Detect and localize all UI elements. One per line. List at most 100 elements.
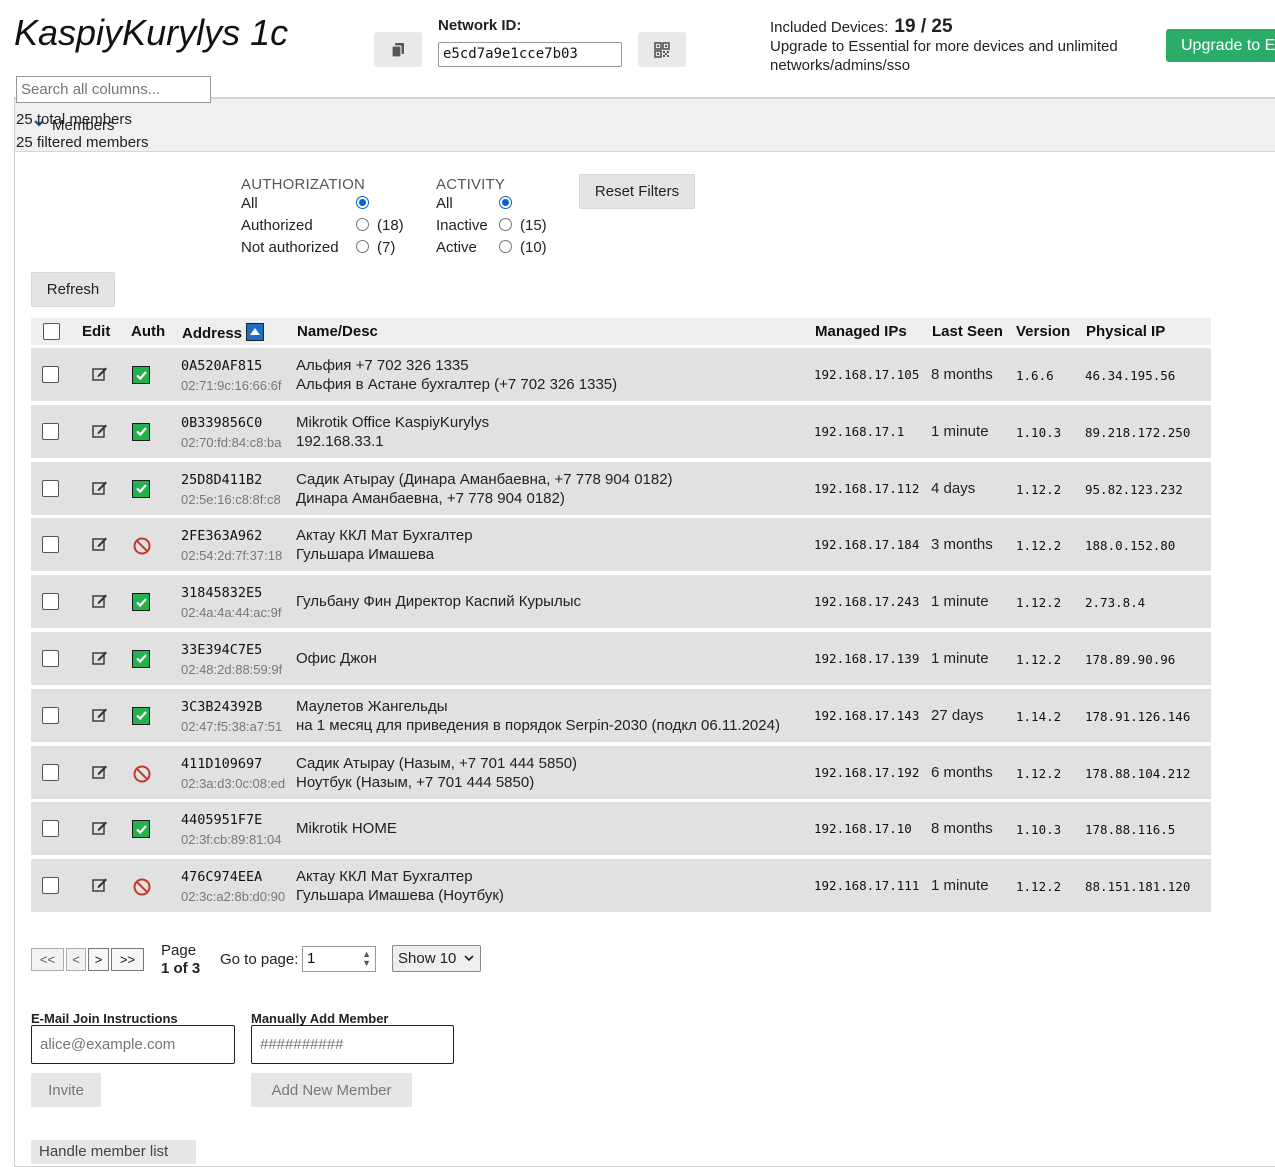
- member-address[interactable]: 476C974EEA: [181, 869, 262, 885]
- member-address[interactable]: 3C3B24392B: [181, 699, 262, 715]
- refresh-button[interactable]: Refresh: [31, 272, 115, 307]
- invite-button[interactable]: Invite: [31, 1073, 101, 1107]
- member-address[interactable]: 411D109697: [181, 756, 262, 772]
- network-name[interactable]: KaspiyKurylys 1c: [14, 12, 288, 54]
- member-address[interactable]: 0B339856C0: [181, 415, 262, 431]
- member-description[interactable]: Ноутбук (Назым, +7 701 444 5850): [296, 774, 534, 791]
- edit-icon[interactable]: [91, 876, 109, 898]
- member-description[interactable]: Динара Аманбаевна, +7 778 904 0182): [296, 490, 565, 507]
- edit-icon[interactable]: [91, 535, 109, 557]
- member-description[interactable]: Гульшара Имашева: [296, 546, 434, 563]
- table-row[interactable]: 31845832E5 02:4a:4a:44:ac:9f Гульбану Фин …: [31, 575, 1211, 629]
- edit-icon[interactable]: [91, 763, 109, 785]
- table-row[interactable]: 0A520AF815 02:71:9c:16:66:6f Альфия +7 702…: [31, 348, 1211, 401]
- table-row[interactable]: 0B339856C0 02:70:fd:84:c8:ba Mikrotik Offi…: [31, 404, 1211, 458]
- edit-icon[interactable]: [91, 819, 109, 841]
- not-authorized-icon[interactable]: [132, 536, 152, 560]
- activity-filter-active-radio[interactable]: [499, 240, 512, 253]
- table-row[interactable]: 33E394C7E5 02:48:2d:88:59:9f Офис Джон 192.…: [31, 631, 1211, 685]
- members-section-toggle[interactable]: Members: [15, 99, 1275, 152]
- row-select-checkbox[interactable]: [42, 877, 59, 895]
- member-mac: 02:47:f5:38:a7:51: [181, 718, 283, 734]
- upgrade-button[interactable]: Upgrade to Essential: [1166, 29, 1275, 62]
- authorized-check-icon[interactable]: [132, 422, 150, 441]
- member-name[interactable]: Актау ККЛ Мат Бухгалтер: [296, 527, 473, 544]
- row-select-checkbox[interactable]: [42, 649, 59, 667]
- row-select-checkbox[interactable]: [42, 536, 59, 554]
- member-address[interactable]: 2FE363A962: [181, 528, 262, 544]
- authorized-check-icon[interactable]: [132, 366, 150, 384]
- member-description[interactable]: Гульшара Имашева (Ноутбук): [296, 887, 504, 904]
- manual-add-input[interactable]: [251, 1025, 454, 1064]
- not-authorized-icon[interactable]: [132, 764, 152, 788]
- authorized-check-icon[interactable]: [132, 649, 150, 668]
- member-address[interactable]: 0A520AF815: [181, 358, 262, 374]
- table-row[interactable]: 2FE363A962 02:54:2d:7f:37:18 Актау ККЛ Мат…: [31, 518, 1211, 572]
- auth-filter-not-authorized-radio[interactable]: [356, 240, 369, 253]
- activity-filter-all-radio[interactable]: [499, 196, 512, 209]
- row-select-checkbox[interactable]: [42, 706, 59, 724]
- row-select-checkbox[interactable]: [42, 366, 59, 383]
- row-select-checkbox[interactable]: [42, 820, 59, 838]
- edit-icon[interactable]: [91, 422, 109, 444]
- auth-filter-all-radio[interactable]: [356, 196, 369, 209]
- select-all-checkbox[interactable]: [43, 323, 60, 340]
- table-row[interactable]: 476C974EEA 02:3c:a2:8b:d0:90 Актау ККЛ Мат…: [31, 859, 1211, 913]
- column-address[interactable]: Address: [182, 323, 265, 342]
- page-of: 1 of 3: [161, 960, 201, 977]
- authorized-check-icon[interactable]: [132, 706, 150, 725]
- member-name[interactable]: Офис Джон: [296, 650, 377, 667]
- handle-member-list-button[interactable]: Handle member list: [31, 1140, 196, 1164]
- sort-ascending-icon[interactable]: [246, 323, 265, 341]
- table-row[interactable]: 4405951F7E 02:3f:cb:89:81:04 Mikrotik HOME…: [31, 802, 1211, 856]
- last-page-button[interactable]: >>: [111, 948, 144, 971]
- edit-icon[interactable]: [91, 365, 109, 387]
- member-name[interactable]: Садик Атырау (Динара Аманбаевна, +7 778 …: [296, 471, 673, 488]
- table-row[interactable]: 3C3B24392B 02:47:f5:38:a7:51 Маулетов Жанг…: [31, 688, 1211, 742]
- table-row[interactable]: 411D109697 02:3a:d3:0c:08:ed Садик Атырау …: [31, 745, 1211, 799]
- copy-network-id-button[interactable]: [374, 32, 422, 67]
- member-name[interactable]: Mikrotik HOME: [296, 820, 397, 837]
- page-size-select[interactable]: Show 10: [392, 945, 481, 972]
- activity-filter-inactive-radio[interactable]: [499, 218, 512, 231]
- member-name[interactable]: Маулетов Жангельды: [296, 698, 448, 715]
- goto-page-input[interactable]: 1 ▲ ▼: [302, 946, 376, 972]
- edit-icon[interactable]: [91, 706, 109, 728]
- row-select-checkbox[interactable]: [42, 422, 59, 440]
- add-new-member-button[interactable]: Add New Member: [251, 1073, 412, 1107]
- member-description[interactable]: на 1 месяц для приведения в порядок Serp…: [296, 717, 780, 734]
- member-name[interactable]: Гульбану Фин Директор Каспий Курылыс: [296, 593, 581, 610]
- network-id-field[interactable]: e5cd7a9e1cce7b03: [438, 42, 622, 67]
- member-name[interactable]: Mikrotik Office KaspiyKurylys: [296, 414, 489, 431]
- first-page-button[interactable]: <<: [31, 948, 64, 971]
- prev-page-button[interactable]: <: [66, 948, 86, 971]
- member-address[interactable]: 25D8D411B2: [181, 472, 262, 488]
- next-page-button[interactable]: >: [88, 948, 109, 971]
- not-authorized-icon[interactable]: [132, 877, 152, 901]
- member-address[interactable]: 4405951F7E: [181, 812, 262, 828]
- row-select-checkbox[interactable]: [42, 593, 59, 611]
- member-address[interactable]: 31845832E5: [181, 585, 262, 601]
- authorized-check-icon[interactable]: [132, 820, 150, 839]
- row-select-checkbox[interactable]: [42, 763, 59, 781]
- member-name[interactable]: Садик Атырау (Назым, +7 701 444 5850): [296, 755, 577, 772]
- table-row[interactable]: 25D8D411B2 02:5e:16:c8:8f:c8 Садик Атырау …: [31, 461, 1211, 515]
- member-description[interactable]: 192.168.33.1: [296, 433, 384, 450]
- search-input[interactable]: [16, 76, 211, 103]
- authorized-check-icon[interactable]: [132, 479, 150, 498]
- edit-icon[interactable]: [91, 479, 109, 501]
- qr-code-button[interactable]: [638, 32, 686, 67]
- row-select-checkbox[interactable]: [42, 479, 59, 497]
- reset-filters-button[interactable]: Reset Filters: [579, 174, 695, 209]
- member-description[interactable]: Альфия в Астане бухгалтер (+7 702 326 13…: [296, 376, 617, 393]
- member-name[interactable]: Альфия +7 702 326 1335: [296, 357, 469, 374]
- member-address[interactable]: 33E394C7E5: [181, 642, 262, 658]
- activity-filter-title: ACTIVITY: [436, 176, 506, 193]
- email-join-input[interactable]: [31, 1025, 235, 1064]
- edit-icon[interactable]: [91, 649, 109, 671]
- spinner-icon[interactable]: ▲ ▼: [362, 950, 371, 968]
- auth-filter-authorized-radio[interactable]: [356, 218, 369, 231]
- edit-icon[interactable]: [91, 592, 109, 614]
- member-name[interactable]: Актау ККЛ Мат Бухгалтер: [296, 868, 473, 885]
- authorized-check-icon[interactable]: [132, 593, 150, 612]
